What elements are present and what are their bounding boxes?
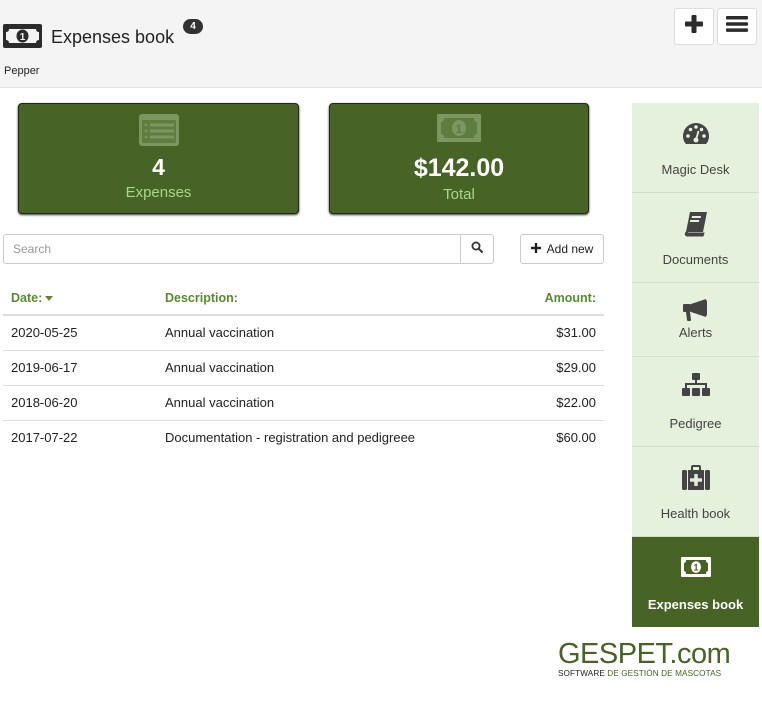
sidebar-item-label: Pedigree [669,416,722,431]
hamburger-menu-icon [726,15,748,38]
sort-desc-icon [45,295,54,301]
sidebar-item-expenses-book[interactable]: 1 Expenses book [632,537,759,627]
search-box [3,234,494,264]
total-amount-card: 1 $142.00 Total [329,103,589,214]
sidebar-item-label: Health book [660,506,731,521]
table-row[interactable]: 2020-05-25 Annual vaccination $31.00 [3,315,604,351]
search-button[interactable] [460,235,493,263]
expenses-table: Date: Description: Amount: 2020-05-25 An… [3,281,604,455]
table-header-row: Date: Description: Amount: [3,281,604,316]
expenses-count-value: 4 [152,154,165,180]
sidebar-nav: Magic Desk Documents Alerts Pedigree Hea… [632,103,759,627]
money-bill-icon: 1 [680,557,711,582]
total-amount-label: Total [443,186,475,203]
expenses-count-label: Expenses [125,184,192,201]
column-header-description[interactable]: Description: [157,281,514,316]
medkit-icon [681,465,710,496]
search-input[interactable] [4,235,460,263]
brand-name: GESPET.com [558,638,731,670]
svg-text:1: 1 [693,563,698,573]
megaphone-icon [682,298,710,327]
dashboard-gauge-icon [682,121,710,150]
brand-logo[interactable]: GESPET.com SOFTWARE DE GESTIÓN DE MASCOT… [558,638,748,679]
sidebar-item-magic-desk[interactable]: Magic Desk [632,103,759,193]
cell-amount: $60.00 [556,430,596,446]
sidebar-item-documents[interactable]: Documents [632,193,759,283]
book-icon [684,211,708,242]
cell-amount: $29.00 [513,350,604,386]
brand-tagline: SOFTWARE DE GESTIÓN DE MASCOTAS [558,669,722,678]
column-header-amount[interactable]: Amount: [513,281,604,316]
table-row[interactable]: 2018-06-20 Annual vaccination $22.00 [3,385,604,421]
svg-text:1: 1 [456,122,463,136]
sidebar-item-pedigree[interactable]: Pedigree [632,357,759,447]
money-bill-icon: 1 [437,114,481,147]
cell-description: Annual vaccination [157,385,514,421]
cell-description: Annual vaccination [157,350,514,386]
cell-description: Documentation - registration and pedigre… [165,430,416,446]
sidebar-item-label: Documents [662,252,729,267]
list-icon [138,114,179,151]
page-title: Expenses book [51,27,175,47]
cell-amount: $22.00 [513,385,604,421]
column-header-date[interactable]: Date: [3,281,157,316]
menu-button[interactable] [717,8,757,45]
cell-date: 2017-07-22 [11,430,78,446]
table-row[interactable]: 2019-06-17 Annual vaccination $29.00 [3,350,604,386]
page-header: 1 Expenses book 4 Pepper [0,0,762,88]
cell-date: 2020-05-25 [3,315,157,351]
plus-icon [530,242,541,256]
money-bill-icon: 1 [3,24,42,48]
cell-date: 2019-06-17 [3,350,157,386]
sidebar-item-label: Expenses book [647,597,744,612]
table-row[interactable]: 2017-07-22 Documentation - registration … [3,420,604,455]
sidebar-item-label: Magic Desk [661,162,730,177]
cell-amount: $31.00 [513,315,604,351]
svg-text:1: 1 [20,32,26,43]
plus-icon [684,14,704,39]
search-icon [471,240,483,258]
add-new-button[interactable]: Add new [520,234,604,264]
pet-name: Pepper [4,65,40,77]
sidebar-item-label: Alerts [678,325,713,340]
expenses-count-card: 4 Expenses [18,103,299,214]
add-new-label: Add new [546,242,594,256]
add-button[interactable] [674,8,714,45]
count-badge: 4 [183,19,203,34]
cell-description: Annual vaccination [157,315,514,351]
sidebar-item-alerts[interactable]: Alerts [632,283,759,357]
cell-date: 2018-06-20 [3,385,157,421]
total-amount-value: $142.00 [413,154,505,182]
sitemap-icon [681,373,710,402]
sidebar-item-health-book[interactable]: Health book [632,447,759,537]
